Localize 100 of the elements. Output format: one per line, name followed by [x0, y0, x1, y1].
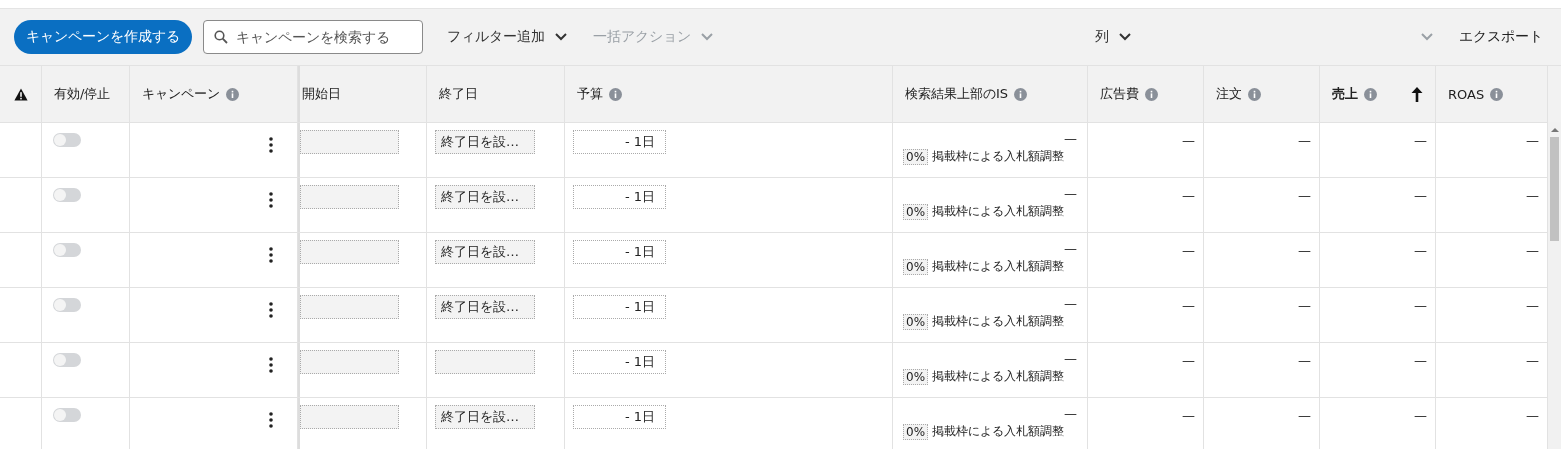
more-options-icon[interactable]: [269, 192, 273, 208]
column-header[interactable]: 開始日: [298, 66, 427, 122]
table-cell: —: [1526, 408, 1539, 423]
table-cell: —: [1182, 408, 1195, 423]
sort-arrow-icon: [1411, 86, 1423, 102]
search-field[interactable]: キャンペーンを検索する: [203, 20, 423, 54]
more-options-icon[interactable]: [269, 247, 273, 263]
chevron-icon: [555, 33, 567, 41]
more-options-icon[interactable]: [269, 137, 273, 153]
scrollbar-thumb[interactable]: [1550, 137, 1559, 241]
column-header[interactable]: キャンペーン: [130, 66, 298, 122]
bid-adjustment-label: 掲載枠による入札額調整: [932, 368, 1065, 385]
column-header[interactable]: 注文: [1204, 66, 1320, 122]
percent-field[interactable]: 0%: [903, 258, 929, 275]
info-icon: [1145, 87, 1158, 101]
column-header[interactable]: ROAS: [1436, 66, 1548, 122]
table-cell: —: [1298, 353, 1311, 368]
bid-adjustment-label: 掲載枠による入札額調整: [932, 148, 1065, 165]
toggle-switch[interactable]: [53, 133, 81, 147]
percent-field[interactable]: 0%: [903, 313, 929, 330]
table-cell: —: [1414, 298, 1427, 313]
date-field[interactable]: [300, 405, 399, 429]
table-cell: —: [1064, 131, 1077, 146]
chevron-icon: [701, 33, 713, 41]
column-header[interactable]: 有効/停止: [42, 66, 130, 122]
table-cell: —: [1064, 296, 1077, 311]
percent-field[interactable]: 0%: [903, 368, 929, 385]
date-field[interactable]: 終了日を設…: [435, 185, 535, 209]
toggle-switch[interactable]: [53, 243, 81, 257]
bid-adjustment-label: 掲載枠による入札額調整: [932, 313, 1065, 330]
info-icon: [1364, 87, 1377, 101]
column-header[interactable]: 終了日: [427, 66, 565, 122]
table-cell: —: [1182, 188, 1195, 203]
table-cell: —: [1414, 188, 1427, 203]
column-header[interactable]: 広告費: [1088, 66, 1204, 122]
toggle-switch[interactable]: [53, 188, 81, 202]
table-cell: —: [1526, 353, 1539, 368]
search-icon: [214, 30, 228, 44]
table-cell: —: [1064, 241, 1077, 256]
more-options-icon[interactable]: [269, 302, 273, 318]
table-cell: —: [1182, 133, 1195, 148]
table-cell: —: [1526, 188, 1539, 203]
column-header[interactable]: 売上: [1320, 66, 1436, 122]
table-cell: —: [1414, 408, 1427, 423]
table-cell: —: [1064, 186, 1077, 201]
date-field[interactable]: 終了日を設…: [435, 130, 535, 154]
table-cell: —: [1526, 298, 1539, 313]
columns-dropdown[interactable]: 列: [1093, 24, 1133, 50]
budget-field[interactable]: - 1日: [573, 240, 666, 264]
percent-field[interactable]: 0%: [903, 423, 929, 440]
budget-field[interactable]: - 1日: [573, 185, 666, 209]
table-cell: —: [1414, 243, 1427, 258]
date-field[interactable]: [300, 130, 399, 154]
info-icon: [1014, 87, 1028, 101]
table-cell: —: [1064, 406, 1077, 421]
toggle-switch[interactable]: [53, 353, 81, 367]
table-cell: —: [1526, 133, 1539, 148]
budget-field[interactable]: - 1日: [573, 295, 666, 319]
date-field[interactable]: [300, 295, 399, 319]
dropdown-button[interactable]: フィルター追加: [445, 24, 569, 50]
date-field[interactable]: [300, 350, 399, 374]
toggle-switch[interactable]: [53, 408, 81, 422]
budget-field[interactable]: - 1日: [573, 130, 666, 154]
toggle-switch[interactable]: [53, 298, 81, 312]
info-icon: [226, 87, 239, 101]
export-button[interactable]: エクスポート: [1457, 24, 1545, 50]
table-cell: —: [1182, 243, 1195, 258]
table-cell: —: [1182, 353, 1195, 368]
table-cell: —: [1298, 188, 1311, 203]
table-cell: —: [1298, 408, 1311, 423]
date-field[interactable]: [435, 350, 535, 374]
date-field[interactable]: 終了日を設…: [435, 240, 535, 264]
more-options-icon[interactable]: [269, 357, 273, 373]
create-campaign-button[interactable]: キャンペーンを作成する: [14, 20, 192, 54]
table-cell: —: [1526, 243, 1539, 258]
table-cell: —: [1182, 298, 1195, 313]
column-header[interactable]: 検索結果上部のIS: [893, 66, 1088, 122]
percent-field[interactable]: 0%: [903, 148, 929, 165]
table-cell: —: [1414, 353, 1427, 368]
scroll-up-icon[interactable]: [1550, 127, 1559, 133]
info-icon: [609, 87, 622, 101]
percent-field[interactable]: 0%: [903, 203, 929, 220]
bid-adjustment-label: 掲載枠による入札額調整: [932, 258, 1065, 275]
table-cell: —: [1064, 351, 1077, 366]
bid-adjustment-label: 掲載枠による入札額調整: [932, 203, 1065, 220]
date-field[interactable]: 終了日を設…: [435, 295, 535, 319]
budget-field[interactable]: - 1日: [573, 350, 666, 374]
bid-adjustment-label: 掲載枠による入札額調整: [932, 423, 1065, 440]
date-field[interactable]: [300, 240, 399, 264]
more-options-icon[interactable]: [269, 412, 273, 428]
scrollbar[interactable]: [1548, 122, 1561, 449]
budget-field[interactable]: - 1日: [573, 405, 666, 429]
date-field[interactable]: [300, 185, 399, 209]
table-cell: —: [1298, 243, 1311, 258]
table-cell: —: [1414, 133, 1427, 148]
table-cell: —: [1298, 298, 1311, 313]
date-field[interactable]: 終了日を設…: [435, 405, 535, 429]
info-icon: [1490, 87, 1504, 101]
column-header[interactable]: 予算: [565, 66, 893, 122]
warning-icon: [13, 87, 28, 101]
